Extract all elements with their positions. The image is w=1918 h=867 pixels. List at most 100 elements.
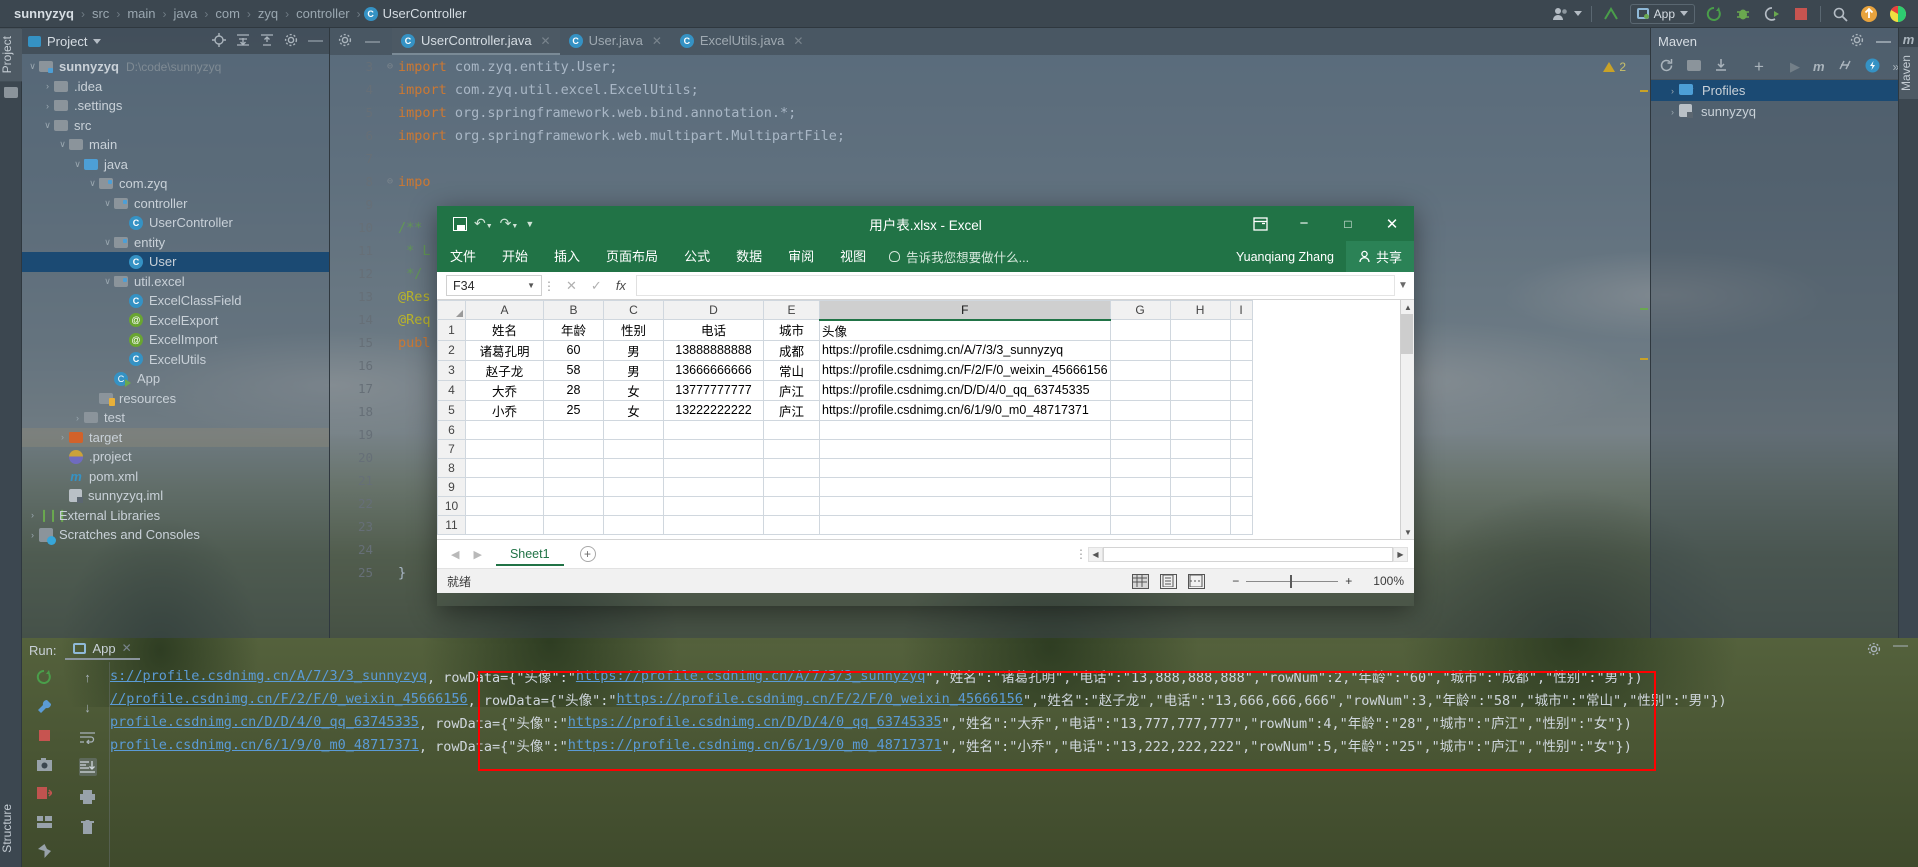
soft-wrap-icon[interactable] — [79, 728, 97, 746]
cell-E8[interactable] — [763, 457, 820, 478]
cell-H11[interactable] — [1169, 514, 1231, 535]
cell-I9[interactable] — [1229, 476, 1253, 497]
column-header-A[interactable]: A — [465, 300, 544, 320]
tree-node-controller[interactable]: ∨ controller — [22, 194, 329, 214]
cell-D8[interactable] — [663, 457, 764, 478]
tool-window-project[interactable]: Project — [0, 28, 22, 82]
column-header-E[interactable]: E — [763, 300, 820, 320]
add-folder-icon[interactable] — [1687, 59, 1701, 74]
cell-G3[interactable] — [1109, 359, 1171, 381]
console-hyperlink[interactable]: s://profile.csdnimg.cn/A/7/3/3_sunnyzyq — [110, 668, 427, 684]
cell-D6[interactable] — [663, 419, 764, 440]
people-dropdown-icon[interactable] — [1573, 11, 1582, 16]
cell-A10[interactable] — [465, 495, 544, 516]
print-icon[interactable] — [79, 788, 97, 806]
cell-C3[interactable]: 男 — [603, 359, 664, 381]
cell-D2[interactable]: 13888888888 — [663, 339, 764, 361]
search-icon[interactable] — [1830, 4, 1850, 24]
breadcrumb-item-main[interactable]: main — [123, 6, 159, 21]
row-header-3[interactable]: 3 — [437, 359, 466, 381]
fold-icon[interactable]: ⊖ — [382, 176, 398, 187]
column-header-H[interactable]: H — [1169, 300, 1231, 320]
settings-icon[interactable] — [1850, 33, 1864, 50]
trash-icon[interactable] — [79, 818, 97, 836]
cell-E2[interactable]: 成都 — [763, 339, 820, 361]
cell-E4[interactable]: 庐江 — [763, 379, 820, 401]
run-icon[interactable]: ▶ — [1790, 59, 1800, 75]
row-header-6[interactable]: 6 — [437, 419, 466, 440]
cell-D1[interactable]: 电话 — [663, 319, 764, 341]
excel-ribbon-tab-开始[interactable]: 开始 — [489, 241, 541, 272]
tree-node-scratches-and-consoles[interactable]: › Scratches and Consoles — [22, 525, 329, 545]
chevron-down-icon[interactable]: ∨ — [101, 198, 114, 209]
zoom-slider[interactable]: − + — [1232, 574, 1352, 588]
breadcrumb-item-controller[interactable]: controller — [292, 6, 353, 21]
column-header-G[interactable]: G — [1109, 300, 1171, 320]
scroll-up-icon[interactable]: ▲ — [1401, 300, 1414, 314]
cell-G5[interactable] — [1109, 399, 1171, 421]
chevron-right-icon[interactable]: › — [41, 81, 54, 91]
cell-A4[interactable]: 大乔 — [465, 379, 544, 401]
cell-I3[interactable] — [1229, 359, 1253, 381]
console-hyperlink[interactable]: https://profile.csdnimg.cn/D/D/4/0_qq_63… — [568, 714, 942, 730]
cell-B11[interactable] — [543, 514, 604, 535]
cell-B4[interactable]: 28 — [543, 379, 604, 401]
column-header-C[interactable]: C — [603, 300, 664, 320]
zoom-level[interactable]: 100% — [1373, 574, 1404, 588]
split-handle-icon[interactable]: ⋮ — [1074, 547, 1088, 561]
tool-window-maven[interactable]: Maven — [1899, 47, 1918, 100]
tree-node-src[interactable]: ∨ src — [22, 116, 329, 136]
share-button[interactable]: 共享 — [1345, 241, 1414, 272]
tool-window-structure[interactable]: Structure — [0, 796, 22, 861]
cell-G7[interactable] — [1109, 438, 1171, 459]
scroll-down-icon[interactable]: ▼ — [1401, 525, 1414, 539]
update-project-icon[interactable] — [1601, 4, 1621, 24]
cell-B6[interactable] — [543, 419, 604, 440]
maven-item-profiles[interactable]: › ✓ Profiles — [1651, 80, 1898, 101]
cell-A2[interactable]: 诸葛孔明 — [465, 339, 544, 361]
save-icon[interactable] — [453, 216, 467, 231]
sheet-tab-sheet1[interactable]: Sheet1 — [495, 543, 564, 566]
maximize-icon[interactable]: □ — [1326, 206, 1370, 241]
tree-node-target[interactable]: › target — [22, 427, 329, 447]
run-configuration-selector[interactable]: App — [1629, 3, 1695, 24]
scroll-left-icon[interactable]: ◀ — [1088, 546, 1103, 562]
cell-E6[interactable] — [763, 419, 820, 440]
cell-H8[interactable] — [1169, 457, 1231, 478]
cancel-icon[interactable]: ✕ — [566, 278, 577, 294]
cell-D10[interactable] — [663, 495, 764, 516]
cell-A3[interactable]: 赵子龙 — [465, 359, 544, 381]
console-hyperlink[interactable]: https://profile.csdnimg.cn/6/1/9/0_m0_48… — [568, 737, 942, 753]
cell-D3[interactable]: 13666666666 — [663, 359, 764, 381]
tree-node-app[interactable]: C App — [22, 369, 329, 389]
cell-I4[interactable] — [1229, 379, 1253, 401]
breadcrumb-item-com[interactable]: com — [211, 6, 244, 21]
cell-F9[interactable] — [819, 476, 1111, 497]
reload-icon[interactable] — [1659, 58, 1674, 76]
cell-C4[interactable]: 女 — [603, 379, 664, 401]
excel-ribbon-tab-页面布局[interactable]: 页面布局 — [593, 241, 671, 272]
cell-B3[interactable]: 58 — [543, 359, 604, 381]
tree-node-excelclassfield[interactable]: C ExcelClassField — [22, 291, 329, 311]
row-header-5[interactable]: 5 — [437, 399, 466, 421]
skip-tests-icon[interactable] — [1838, 58, 1852, 75]
cell-C10[interactable] — [603, 495, 664, 516]
cell-C1[interactable]: 性别 — [603, 319, 664, 341]
column-header-F[interactable]: F — [819, 300, 1111, 321]
stop-icon[interactable] — [35, 726, 53, 744]
settings-icon[interactable] — [284, 33, 298, 50]
cell-I1[interactable] — [1229, 319, 1253, 341]
chevron-down-icon[interactable]: ∨ — [101, 237, 114, 248]
breadcrumb-item-java[interactable]: java — [170, 6, 202, 21]
tree-node-usercontroller[interactable]: C UserController — [22, 213, 329, 233]
cell-B1[interactable]: 年龄 — [543, 319, 604, 341]
formula-input[interactable] — [636, 275, 1395, 296]
console-output[interactable]: s://profile.csdnimg.cn/A/7/3/3_sunnyzyq,… — [110, 662, 1918, 867]
editor-tab-excelutils-java[interactable]: C ExcelUtils.java ✕ — [671, 28, 813, 55]
cell-B8[interactable] — [543, 457, 604, 478]
chevron-down-icon[interactable]: ∨ — [71, 159, 84, 170]
cell-B10[interactable] — [543, 495, 604, 516]
scroll-right-icon[interactable]: ▶ — [1393, 546, 1408, 562]
excel-ribbon-tab-审阅[interactable]: 审阅 — [775, 241, 827, 272]
cell-H2[interactable] — [1169, 339, 1231, 361]
